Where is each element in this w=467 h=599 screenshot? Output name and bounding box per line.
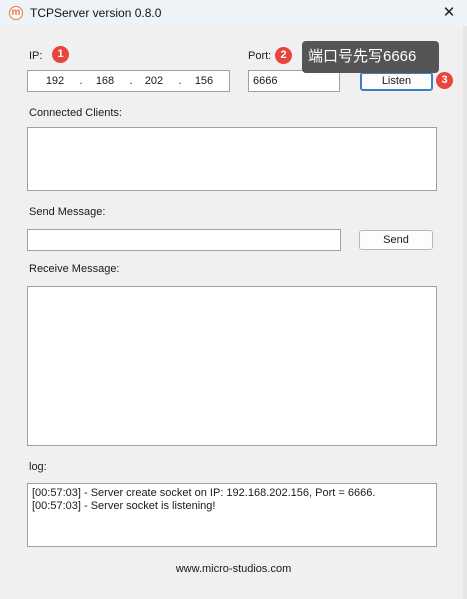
ip-octet-4[interactable]: 156 xyxy=(189,75,219,87)
log-line: [00:57:03] - Server socket is listening! xyxy=(32,500,216,512)
log-label: log: xyxy=(29,461,47,473)
ip-separator: . xyxy=(178,75,182,87)
ip-label: IP: xyxy=(29,50,43,62)
port-label: Port: xyxy=(248,50,272,62)
tcp-server-window: m TCPServer version 0.8.0 ✕ IP: 192 . 16… xyxy=(0,0,467,599)
annotation-tooltip: 端口号先写6666 xyxy=(302,41,439,73)
ip-octet-3[interactable]: 202 xyxy=(139,75,169,87)
annotation-marker-3: 3 xyxy=(436,72,453,89)
listen-button[interactable]: Listen xyxy=(360,72,433,91)
log-line: [00:57:03] - Server create socket on IP:… xyxy=(32,487,376,499)
window-title: TCPServer version 0.8.0 xyxy=(30,6,162,20)
send-message-input[interactable] xyxy=(27,229,341,251)
ip-octet-2[interactable]: 168 xyxy=(90,75,120,87)
ip-separator: . xyxy=(129,75,133,87)
app-logo-icon: m xyxy=(9,6,23,20)
annotation-marker-1: 1 xyxy=(52,46,69,63)
port-value: 6666 xyxy=(253,75,278,87)
connected-clients-label: Connected Clients: xyxy=(29,107,122,119)
ip-separator: . xyxy=(79,75,83,87)
title-bar: m TCPServer version 0.8.0 ✕ xyxy=(0,0,467,26)
close-button[interactable]: ✕ xyxy=(438,3,460,23)
footer-link[interactable]: www.micro-studios.com xyxy=(0,563,467,575)
connected-clients-list[interactable] xyxy=(27,127,437,191)
ip-address-input[interactable]: 192 . 168 . 202 . 156 xyxy=(27,70,230,92)
send-button[interactable]: Send xyxy=(359,230,433,250)
port-input[interactable]: 6666 xyxy=(248,70,340,92)
send-message-label: Send Message: xyxy=(29,206,106,218)
log-area[interactable]: [00:57:03] - Server create socket on IP:… xyxy=(27,483,437,547)
annotation-marker-2: 2 xyxy=(275,47,292,64)
window-edge xyxy=(463,26,467,599)
receive-message-area[interactable] xyxy=(27,286,437,446)
ip-octet-1[interactable]: 192 xyxy=(40,75,70,87)
receive-message-label: Receive Message: xyxy=(29,263,120,275)
